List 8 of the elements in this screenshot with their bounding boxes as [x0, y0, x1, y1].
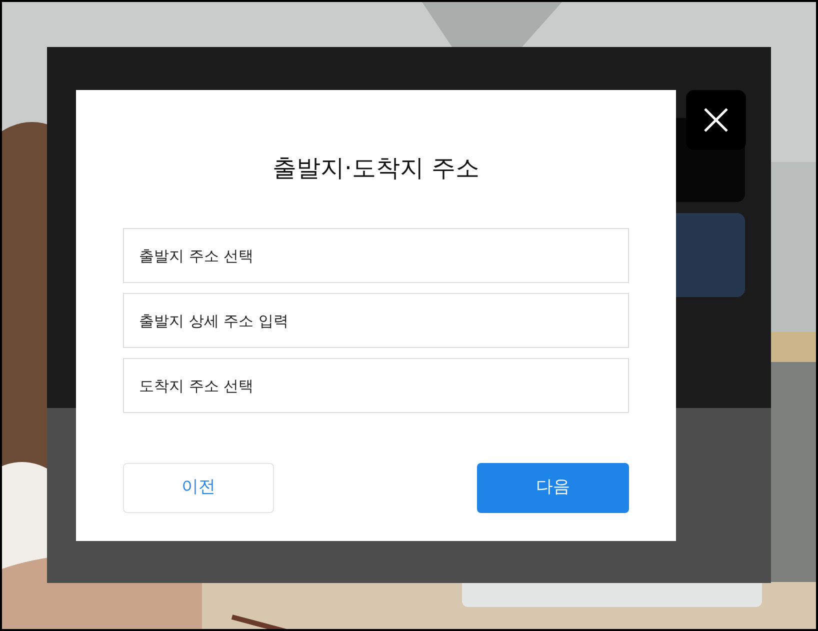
close-icon [703, 107, 729, 133]
previous-button[interactable]: 이전 [123, 463, 274, 513]
address-field[interactable]: 도착지 주소 선택 [123, 358, 629, 413]
dialog-title: 출발지·도착지 주소 [271, 153, 481, 184]
next-button[interactable]: 다음 [477, 463, 629, 513]
address-field[interactable]: 출발지 상세 주소 입력 [123, 293, 629, 348]
close-button[interactable] [686, 90, 746, 150]
address-field[interactable]: 출발지 주소 선택 [123, 228, 629, 283]
